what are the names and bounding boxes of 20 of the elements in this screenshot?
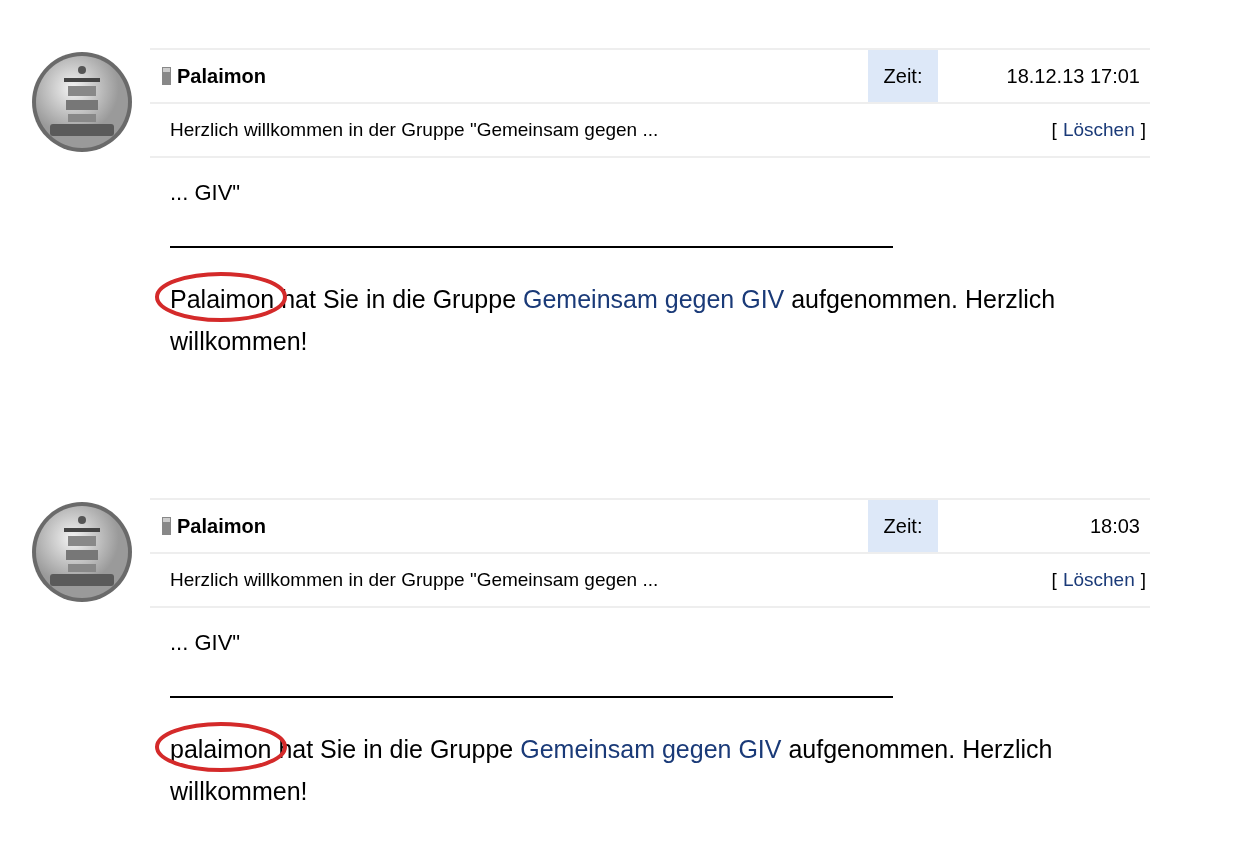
quote-text: ... GIV": [170, 180, 241, 206]
group-link[interactable]: Gemeinsam gegen GIV: [523, 285, 785, 313]
bracket: [: [1051, 569, 1057, 591]
bracket: ]: [1140, 569, 1146, 591]
group-link[interactable]: Gemeinsam gegen GIV: [520, 735, 782, 763]
message-time: 18.12.13 17:01: [1006, 64, 1140, 88]
author-name: Palaimon: [177, 64, 266, 88]
quote-text: ... GIV": [170, 630, 241, 656]
author-name: Palaimon: [177, 514, 266, 538]
message-subject: Herzlich willkommen in der Gruppe "Gemeinsam gegen ...: [169, 569, 660, 591]
message-time: 18:03: [1089, 514, 1140, 538]
bar-icon: [162, 517, 171, 535]
time-label: Zeit:: [868, 50, 938, 102]
bar-icon: [162, 67, 171, 85]
message-subject: Herzlich willkommen in der Gruppe "Gemeinsam gegen ...: [169, 119, 660, 141]
delete-link[interactable]: Löschen: [1062, 569, 1135, 591]
time-label: Zeit:: [868, 500, 938, 552]
delete-link[interactable]: Löschen: [1062, 119, 1135, 141]
bracket: ]: [1140, 119, 1146, 141]
bracket: [: [1051, 119, 1057, 141]
